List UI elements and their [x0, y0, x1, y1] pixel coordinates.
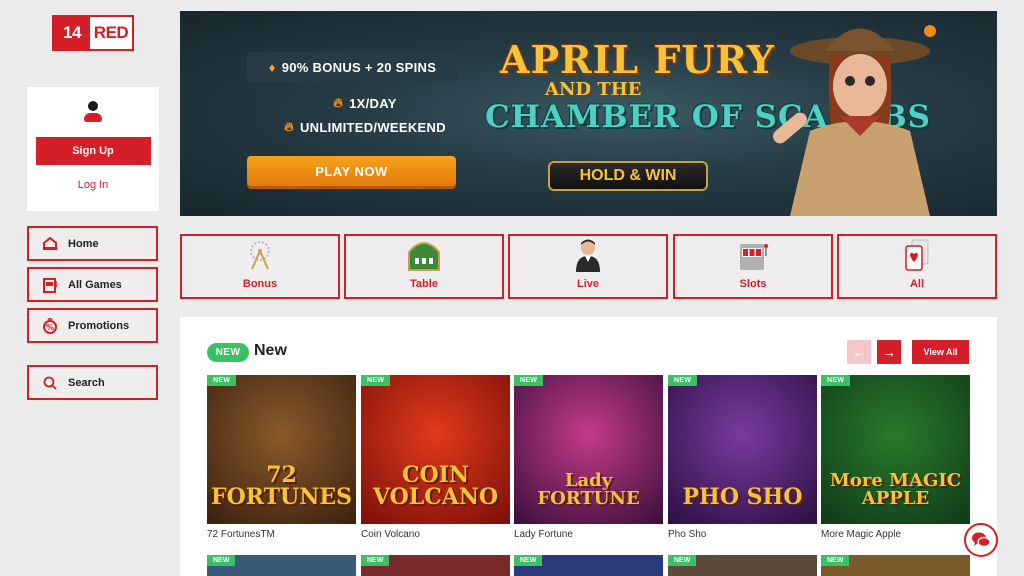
slot-machine-icon: [42, 277, 58, 293]
game-tile[interactable]: NEW: [207, 555, 356, 576]
nav-home[interactable]: Home: [27, 226, 158, 261]
slots-icon: [735, 237, 771, 273]
category-all[interactable]: All: [837, 234, 997, 299]
new-badge: NEW: [514, 555, 543, 566]
game-tile[interactable]: NEW More MAGIC APPLE: [821, 375, 970, 524]
game-name[interactable]: Lady Fortune: [514, 529, 573, 540]
cards-icon: [899, 237, 935, 273]
hold-win-badge: HOLD & WIN: [548, 161, 708, 191]
banner-title-april-fury: APRIL FURY: [500, 37, 776, 82]
explorer-character-image: [773, 25, 936, 216]
game-art-title: COIN VOLCANO: [372, 462, 499, 510]
new-badge: NEW: [821, 555, 850, 566]
game-tile[interactable]: NEW: [514, 555, 663, 576]
flame-icon: 🔥︎: [333, 95, 344, 110]
game-name[interactable]: More Magic Apple: [821, 529, 901, 540]
new-badge: NEW: [361, 555, 390, 566]
user-icon: [83, 101, 103, 123]
category-table[interactable]: Table: [344, 234, 504, 299]
nav-all-games-label: All Games: [68, 278, 122, 291]
category-slots-label: Slots: [739, 278, 767, 290]
banner-title-and-the: AND THE: [545, 79, 642, 100]
table-icon: [406, 237, 442, 273]
new-badge: NEW: [821, 375, 851, 386]
search-label: Search: [68, 376, 105, 389]
nav-promotions-label: Promotions: [68, 319, 130, 332]
search-button[interactable]: Search: [27, 365, 158, 400]
games-panel: NEW New ← → View All NEW 72 FORTUNES 72 Fo…: [180, 317, 997, 576]
game-name[interactable]: Pho Sho: [668, 529, 706, 540]
category-bonus-label: Bonus: [242, 278, 278, 290]
new-badge: NEW: [361, 375, 391, 386]
logo-number: 14: [54, 17, 90, 49]
bonus-line-daily: 🔥︎ 1X/DAY: [333, 95, 397, 111]
category-slots[interactable]: Slots: [673, 234, 833, 299]
arrow-right-icon: →: [882, 344, 896, 360]
category-all-label: All: [909, 278, 925, 290]
bonus-pill: ♦ 90% BONUS + 20 SPINS: [247, 52, 458, 82]
svg-text:%: %: [46, 323, 54, 332]
signup-button[interactable]: Sign Up: [35, 137, 151, 165]
game-tile[interactable]: NEW: [821, 555, 970, 576]
game-tile[interactable]: NEW: [668, 555, 817, 576]
arrow-left-icon: ←: [852, 344, 866, 360]
category-live-label: Live: [576, 278, 599, 290]
category-bonus[interactable]: Bonus: [180, 234, 340, 299]
scarab-icon: ♦: [268, 59, 276, 75]
chat-button[interactable]: [964, 523, 998, 557]
game-tile[interactable]: NEW PHO SHO: [668, 375, 817, 524]
new-badge: NEW: [668, 555, 697, 566]
game-name[interactable]: 72 FortunesTM: [207, 529, 275, 540]
new-badge: NEW: [207, 555, 236, 566]
game-art-title: Lady FORTUNE: [537, 470, 640, 509]
new-badge: NEW: [668, 375, 698, 386]
logo[interactable]: 14 RED: [52, 15, 134, 51]
game-tile[interactable]: NEW: [361, 555, 510, 576]
game-tile[interactable]: NEW Lady FORTUNE: [514, 375, 663, 524]
game-tile[interactable]: NEW COIN VOLCANO: [361, 375, 510, 524]
game-art-title: 72 FORTUNES: [210, 462, 352, 510]
promo-banner[interactable]: ♦ 90% BONUS + 20 SPINS 🔥︎ 1X/DAY 🔥︎ UNLIMI…: [180, 11, 997, 216]
bonus-line-weekend: 🔥︎ UNLIMITED/WEEKEND: [284, 119, 446, 135]
game-tile[interactable]: NEW 72 FORTUNES: [207, 375, 356, 524]
home-icon: [42, 236, 58, 252]
game-art-title: More MAGIC APPLE: [829, 470, 962, 509]
game-name[interactable]: Coin Volcano: [361, 529, 420, 540]
category-table-label: Table: [410, 278, 438, 290]
promo-icon: %: [42, 317, 58, 334]
new-tag: NEW: [207, 343, 249, 362]
carousel-prev-button[interactable]: ←: [847, 340, 871, 364]
section-title: New: [254, 342, 287, 359]
logo-text: RED: [90, 17, 132, 49]
auth-card: Sign Up Log In: [27, 87, 159, 211]
flame-icon: 🔥︎: [284, 119, 294, 134]
game-art-title: PHO SHO: [682, 484, 803, 510]
view-all-button[interactable]: View All: [912, 340, 969, 364]
search-icon: [42, 375, 58, 391]
carousel-next-button[interactable]: →: [877, 340, 901, 364]
nav-promotions[interactable]: % Promotions: [27, 308, 158, 343]
category-live[interactable]: Live: [508, 234, 668, 299]
nav-home-label: Home: [68, 237, 99, 250]
bonus-icon: [242, 237, 278, 273]
chat-icon: [972, 532, 991, 548]
nav-all-games[interactable]: All Games: [27, 267, 158, 302]
new-badge: NEW: [207, 375, 237, 386]
new-badge: NEW: [514, 375, 544, 386]
live-dealer-icon: [570, 237, 606, 273]
login-link[interactable]: Log In: [78, 179, 109, 191]
play-now-button[interactable]: PLAY NOW: [247, 156, 456, 186]
